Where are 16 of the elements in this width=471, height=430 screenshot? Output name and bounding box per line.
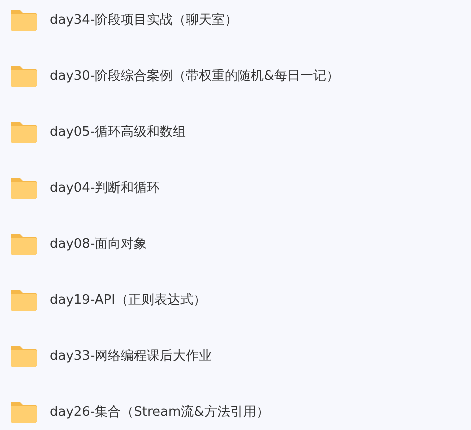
folder-icon bbox=[10, 344, 38, 368]
folder-icon bbox=[10, 232, 38, 256]
folder-name[interactable]: day05-循环高级和数组 bbox=[50, 123, 186, 141]
folder-icon bbox=[10, 288, 38, 312]
folder-name[interactable]: day04-判断和循环 bbox=[50, 179, 160, 197]
folder-name[interactable]: day30-阶段综合案例（带权重的随机&每日一记） bbox=[50, 67, 340, 85]
folder-name[interactable]: day26-集合（Stream流&方法引用） bbox=[50, 403, 270, 421]
folder-icon bbox=[10, 120, 38, 144]
folder-name[interactable]: day34-阶段项目实战（聊天室） bbox=[50, 11, 238, 29]
folder-name[interactable]: day33-网络编程课后大作业 bbox=[50, 347, 212, 365]
folder-icon bbox=[10, 176, 38, 200]
folder-icon bbox=[10, 64, 38, 88]
folder-name[interactable]: day19-API（正则表达式） bbox=[50, 291, 206, 309]
folder-name[interactable]: day08-面向对象 bbox=[50, 235, 148, 253]
folder-icon bbox=[10, 8, 38, 32]
folder-icon bbox=[10, 400, 38, 424]
